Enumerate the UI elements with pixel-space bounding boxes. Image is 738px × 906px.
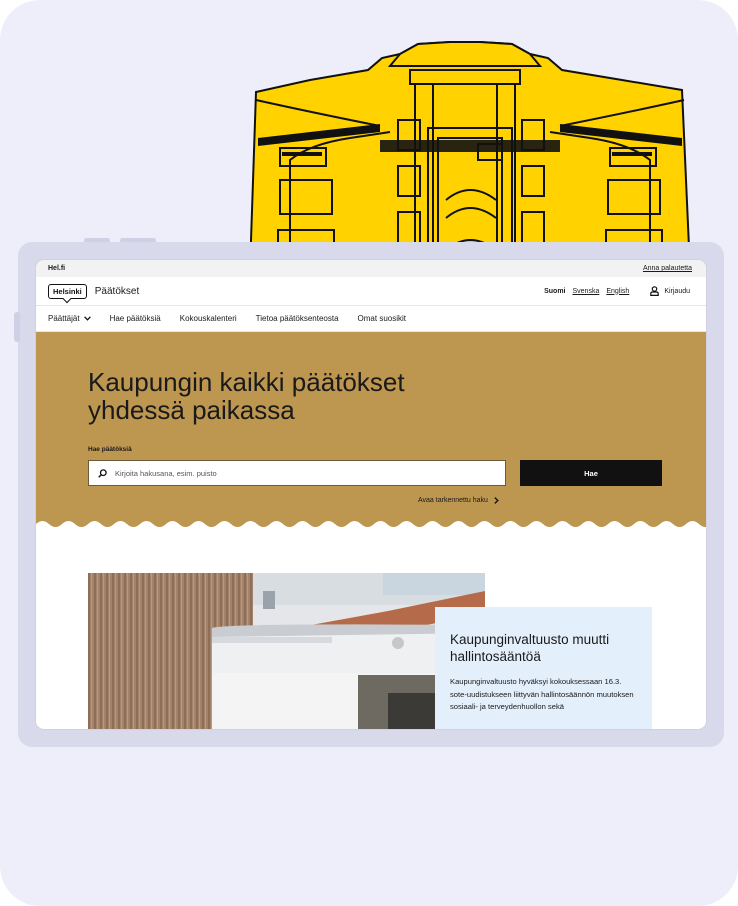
login-button[interactable]: Kirjaudu (650, 286, 690, 296)
chevron-down-icon (83, 316, 91, 321)
language-en[interactable]: English (606, 288, 629, 295)
helsinki-logo[interactable]: Helsinki (48, 283, 87, 299)
language-sv[interactable]: Svenska (572, 288, 599, 295)
hero-title: Kaupungin kaikki päätökset yhdessä paika… (88, 368, 405, 424)
search-icon (98, 468, 107, 478)
user-icon (650, 286, 660, 296)
news-excerpt: Kaupunginvaltuusto hyväksyi kokouksessaa… (450, 677, 634, 711)
nav-item-own-favourites[interactable]: Omat suosikit (358, 314, 406, 323)
hero-section: Kaupungin kaikki päätökset yhdessä paika… (36, 332, 706, 532)
brand[interactable]: Helsinki Päätökset (48, 283, 139, 299)
council-hall-photo (88, 573, 485, 729)
search-input[interactable] (115, 468, 505, 478)
nav-item-label: Päättäjät (48, 314, 80, 323)
hel-fi-link[interactable]: Hel.fi (48, 265, 65, 272)
main-navigation: Päättäjät Hae päätöksiä Kokouskalenteri … (36, 306, 706, 332)
nav-item-meeting-calendar[interactable]: Kokouskalenteri (180, 314, 237, 323)
news-title[interactable]: Kaupunginvaltuusto muutti hallintosääntö… (450, 631, 637, 665)
content-section: Kaupunginvaltuusto muutti hallintosääntö… (36, 530, 706, 729)
site-header: Helsinki Päätökset Suomi Svenska English… (36, 277, 706, 306)
nav-item-decision-makers[interactable]: Päättäjät (48, 314, 91, 323)
advanced-search-label: Avaa tarkennettu haku (418, 497, 488, 504)
chevron-right-icon (494, 497, 499, 504)
council-hall-image (88, 573, 485, 729)
login-label: Kirjaudu (664, 287, 690, 295)
nav-item-about-decision-making[interactable]: Tietoa päätöksenteosta (256, 314, 339, 323)
search-box[interactable] (88, 460, 506, 486)
search-label: Hae päätöksiä (88, 446, 132, 453)
hero-title-line-2: yhdessä paikassa (88, 395, 295, 425)
top-utility-bar: Hel.fi Anna palautetta (36, 260, 706, 277)
helsinki-building-illustration (250, 41, 690, 270)
tablet-screen: Hel.fi Anna palautetta Helsinki Päätökse… (36, 260, 706, 729)
advanced-search-link[interactable]: Avaa tarkennettu haku (418, 497, 499, 504)
tablet-side-button (14, 312, 20, 342)
search-button[interactable]: Hae (520, 460, 662, 486)
header-actions: Suomi Svenska English Kirjaudu (544, 286, 690, 296)
language-fi[interactable]: Suomi (544, 288, 565, 295)
feedback-link[interactable]: Anna palautetta (643, 265, 692, 272)
site-name[interactable]: Päätökset (95, 286, 139, 297)
news-card[interactable]: Kaupunginvaltuusto muutti hallintosääntö… (435, 607, 652, 729)
nav-item-search-decisions[interactable]: Hae päätöksiä (110, 314, 161, 323)
hero-title-line-1: Kaupungin kaikki päätökset (88, 367, 405, 397)
